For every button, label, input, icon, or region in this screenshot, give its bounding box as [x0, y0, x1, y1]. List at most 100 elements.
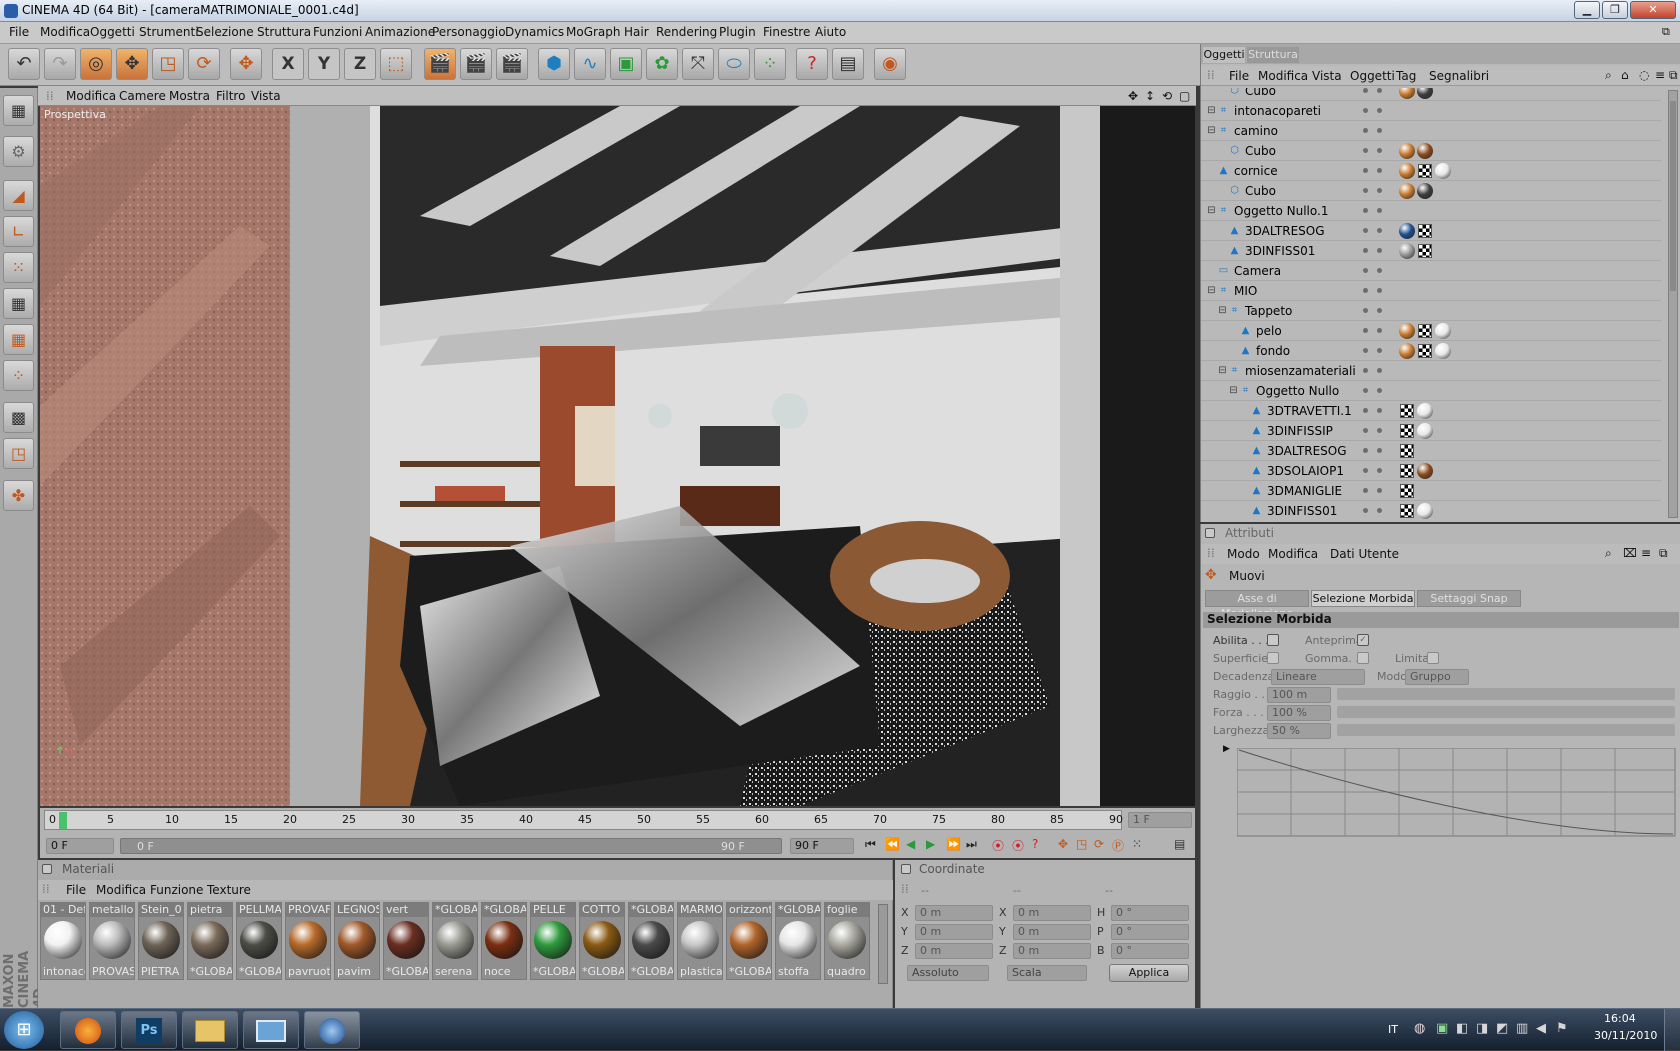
material-swatch[interactable]: pietra *GLOBA	[187, 902, 233, 980]
language-indicator[interactable]: IT	[1388, 1023, 1398, 1036]
key-pla-icon[interactable]: ⁙	[1132, 837, 1142, 851]
panel-toggle[interactable]	[1205, 528, 1215, 538]
object-row[interactable]: ⊟ ⌗ Tappeto	[1201, 302, 1661, 321]
tab-struttura[interactable]: Struttura	[1247, 47, 1299, 63]
render-visibility-dot[interactable]	[1377, 388, 1382, 393]
menu-oggetti[interactable]: Oggetti	[90, 25, 135, 39]
object-row[interactable]: ▲ 3DALTRESOG	[1201, 442, 1661, 461]
home-icon[interactable]: ⌂	[1621, 68, 1629, 82]
object-row[interactable]: ⬡ Cubo	[1201, 182, 1661, 201]
texture-tag-icon[interactable]	[1400, 404, 1414, 418]
recent-tool-icon[interactable]: ✥	[230, 48, 262, 80]
lock-icon[interactable]: ≡	[1655, 68, 1665, 82]
material-tag-icon[interactable]	[1399, 223, 1415, 239]
material-tag-icon[interactable]	[1399, 243, 1415, 259]
material-tag-icon[interactable]	[1417, 403, 1433, 419]
position-y-field[interactable]: 0 m	[915, 924, 993, 940]
material-swatch[interactable]: PELLE *GLOBA	[530, 902, 576, 980]
object-row[interactable]: ▲ 3DMANIGLIE	[1201, 482, 1661, 501]
axis-mode-icon[interactable]: ∟	[3, 216, 34, 247]
tray-icon[interactable]: ◩	[1496, 1021, 1508, 1036]
play-backward-icon[interactable]: ◀	[906, 837, 915, 851]
material-swatch[interactable]: metallo PROVAS	[89, 902, 135, 980]
expand-toggle-icon[interactable]	[1239, 465, 1250, 476]
material-tag-icon[interactable]	[1417, 503, 1433, 519]
editor-visibility-dot[interactable]	[1363, 348, 1368, 353]
object-row[interactable]: ▲ 3DALTRESOG	[1201, 222, 1661, 241]
material-swatch[interactable]: *GLOBA noce	[481, 902, 527, 980]
menu-dynamics[interactable]: Dynamics	[505, 25, 564, 39]
material-swatch[interactable]: PROVAF pavruota	[285, 902, 331, 980]
material-swatch[interactable]: orizzont *GLOBA	[726, 902, 772, 980]
viewport-menu-mostra[interactable]: Mostra	[169, 89, 210, 103]
photoshop-taskbar-icon[interactable]: Ps	[121, 1011, 177, 1049]
editor-visibility-dot[interactable]	[1363, 508, 1368, 513]
expand-toggle-icon[interactable]	[1217, 185, 1228, 196]
tab-asse-di-modellazione[interactable]: Asse di Modellazione	[1205, 590, 1309, 620]
z-axis-button[interactable]: Z	[344, 48, 376, 80]
object-row[interactable]: ⊟ ⌗ Oggetto Nullo	[1201, 382, 1661, 401]
curve-expand-icon[interactable]: ▶	[1223, 744, 1230, 754]
render-view-icon[interactable]: 🎬	[424, 48, 456, 80]
close-button[interactable]: ✕	[1630, 1, 1676, 19]
texture-tag-icon[interactable]	[1400, 504, 1414, 518]
viewport-menu-camere[interactable]: Camere	[119, 89, 166, 103]
object-menu-file[interactable]: File	[1229, 69, 1249, 83]
render-visibility-dot[interactable]	[1377, 408, 1382, 413]
material-swatch[interactable]: *GLOBA *GLOBA	[628, 902, 674, 980]
scale-mode-select[interactable]: Scala	[1007, 965, 1087, 981]
editor-visibility-dot[interactable]	[1363, 388, 1368, 393]
material-tag-icon[interactable]	[1417, 423, 1433, 439]
menu-finestre[interactable]: Finestre	[763, 25, 810, 39]
redo-icon[interactable]: ↷	[44, 48, 76, 80]
editor-visibility-dot[interactable]	[1363, 148, 1368, 153]
snap-icon[interactable]: ✤	[3, 480, 34, 511]
material-swatch[interactable]: LEGNOS pavim	[334, 902, 380, 980]
expand-toggle-icon[interactable]	[1206, 165, 1217, 176]
expand-toggle-icon[interactable]: ⊟	[1217, 305, 1228, 316]
object-row[interactable]: ⊟ ⌗ MIO	[1201, 282, 1661, 301]
volume-icon[interactable]: ◀	[1536, 1021, 1546, 1036]
perspective-viewport[interactable]: Prospettiva ↑→	[40, 106, 1195, 806]
clock-time[interactable]: 16:04	[1604, 1012, 1636, 1025]
object-menu-vista[interactable]: Vista	[1312, 69, 1342, 83]
tab-settaggi-snap[interactable]: Settaggi Snap	[1417, 590, 1521, 607]
render-visibility-dot[interactable]	[1377, 248, 1382, 253]
material-tag-icon[interactable]	[1435, 343, 1451, 359]
material-swatch[interactable]: PELLMA *GLOBA	[236, 902, 282, 980]
expand-toggle-icon[interactable]: ⊟	[1206, 105, 1217, 116]
keyframe-help-icon[interactable]: ?	[1032, 837, 1038, 851]
scale-tool-icon[interactable]: ◳	[152, 48, 184, 80]
larghezza-field[interactable]: 50 %	[1267, 723, 1331, 739]
edges-mode-icon[interactable]: ▦	[3, 288, 34, 319]
size-x-field[interactable]: 0 m	[1013, 905, 1091, 921]
raggio-slider[interactable]	[1337, 688, 1675, 700]
editor-visibility-dot[interactable]	[1363, 268, 1368, 273]
menu-struttura[interactable]: Struttura	[257, 25, 311, 39]
editor-visibility-dot[interactable]	[1363, 128, 1368, 133]
go-to-start-icon[interactable]: ⏮	[865, 837, 876, 852]
gomma-checkbox[interactable]	[1357, 652, 1369, 664]
expand-toggle-icon[interactable]	[1239, 485, 1250, 496]
scrollbar-thumb[interactable]	[1670, 101, 1676, 291]
menu-selezione[interactable]: Selezione	[196, 25, 254, 39]
material-tag-icon[interactable]	[1435, 163, 1451, 179]
texture-tag-icon[interactable]	[1400, 444, 1414, 458]
expand-toggle-icon[interactable]: ⊟	[1206, 205, 1217, 216]
viewport-menu-modifica[interactable]: Modifica	[66, 89, 116, 103]
key-scale-icon[interactable]: ◳	[1076, 837, 1087, 851]
expand-toggle-icon[interactable]	[1239, 425, 1250, 436]
position-z-field[interactable]: 0 m	[915, 943, 993, 959]
expand-toggle-icon[interactable]	[1217, 88, 1228, 96]
undo-icon[interactable]: ↶	[8, 48, 40, 80]
render-visibility-dot[interactable]	[1377, 208, 1382, 213]
autokey-icon[interactable]: ⦿	[1012, 837, 1024, 854]
deformer-icon[interactable]: ⤧	[682, 48, 714, 80]
clock-date[interactable]: 30/11/2010	[1594, 1029, 1657, 1042]
rotation-b-field[interactable]: 0 °	[1111, 943, 1189, 959]
model-tool-icon[interactable]: ⚙	[3, 136, 34, 167]
record-icon[interactable]: ⦿	[992, 837, 1004, 854]
tab-oggetti[interactable]: Oggetti	[1203, 47, 1245, 63]
settings-icon[interactable]: ≡	[1641, 546, 1651, 560]
render-visibility-dot[interactable]	[1377, 288, 1382, 293]
